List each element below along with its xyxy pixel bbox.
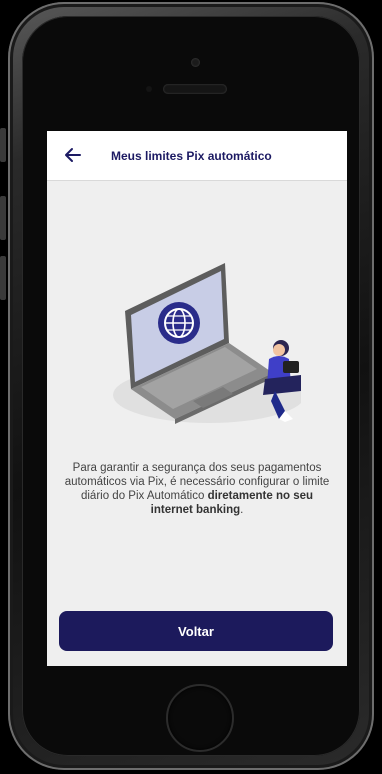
voltar-button[interactable]: Voltar [59,611,333,651]
mute-switch [0,128,6,162]
front-camera [191,58,200,67]
earpiece-speaker [163,84,227,94]
page-title: Meus limites Pix automático [111,149,272,163]
volume-down-button [0,256,6,300]
arrow-left-icon[interactable] [63,145,83,165]
volume-up-button [0,196,6,240]
message-end: . [240,504,244,516]
app-screen: Meus limites Pix automático Para garanti… [47,131,347,666]
home-button[interactable] [166,684,234,752]
laptop-person-illustration [113,263,301,424]
app-bar: Meus limites Pix automático [47,131,347,181]
info-message: Para garantir a segurança dos seus pagam… [59,461,335,517]
sensor-dot [146,86,152,92]
